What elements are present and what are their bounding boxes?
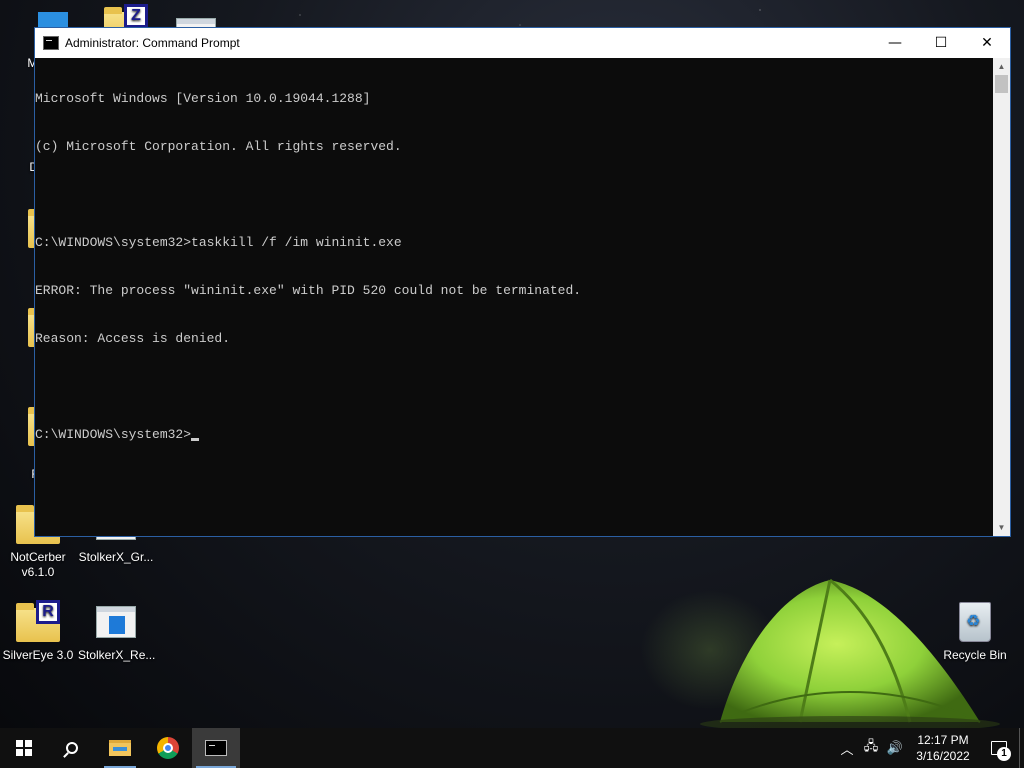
scrollbar-thumb[interactable] <box>995 75 1008 93</box>
window-title: Administrator: Command Prompt <box>65 36 240 50</box>
system-tray: ︿ 🖧 🔊 12:17 PM 3/16/2022 1 <box>835 728 1024 768</box>
console-line: ERROR: The process "wininit.exe" with PI… <box>35 283 582 298</box>
console-prompt: C:\WINDOWS\system32> <box>35 427 192 442</box>
taskbar: ︿ 🖧 🔊 12:17 PM 3/16/2022 1 <box>0 728 1024 768</box>
command-prompt-icon[interactable] <box>43 36 59 50</box>
console-prompt-line[interactable]: C:\WINDOWS\system32> <box>35 427 993 443</box>
minimize-button[interactable]: — <box>872 28 918 58</box>
clock-date: 3/16/2022 <box>916 749 970 763</box>
action-center-button[interactable]: 1 <box>979 728 1019 768</box>
taskbar-chrome[interactable] <box>144 728 192 768</box>
taskbar-file-explorer[interactable] <box>96 728 144 768</box>
command-prompt-window[interactable]: Administrator: Command Prompt — ☐ ✕ Micr… <box>34 27 1011 537</box>
search-icon <box>66 742 78 754</box>
console-line: Microsoft Windows [Version 10.0.19044.12… <box>35 91 371 106</box>
start-button[interactable] <box>0 728 48 768</box>
file-explorer-icon <box>109 740 131 756</box>
console-line: C:\WINDOWS\system32>taskkill /f /im wini… <box>35 235 402 250</box>
network-icon[interactable]: 🖧 <box>859 728 883 768</box>
z-badge-icon: Z <box>124 4 148 28</box>
r-badge-icon: R <box>36 600 60 624</box>
console-line: Reason: Access is denied. <box>35 331 231 346</box>
scroll-up-arrow-icon[interactable]: ▲ <box>993 58 1010 75</box>
taskbar-command-prompt[interactable] <box>192 728 240 768</box>
desktop-icon-silvereye[interactable]: R SilverEye 3.0 <box>0 600 76 663</box>
desktop-icon-label: Recycle Bin <box>943 648 1007 662</box>
clock-time: 12:17 PM <box>917 733 969 747</box>
desktop-icon-label: StolkerX_Re... <box>78 648 156 662</box>
taskbar-clock[interactable]: 12:17 PM 3/16/2022 <box>907 732 979 764</box>
text-cursor <box>191 438 200 441</box>
chrome-icon <box>157 737 179 759</box>
scroll-down-arrow-icon[interactable]: ▼ <box>993 519 1010 536</box>
console-line: (c) Microsoft Corporation. All rights re… <box>35 139 402 154</box>
recycle-bin-icon <box>951 600 999 644</box>
desktop-icon-label: StolkerX_Gr... <box>78 550 154 564</box>
search-button[interactable] <box>48 728 96 768</box>
chevron-up-icon[interactable]: ︿ <box>835 728 859 768</box>
desktop-icon-recycle-bin[interactable]: Recycle Bin <box>937 600 1013 663</box>
desktop-icon-label: NotCerber v6.1.0 <box>10 550 66 579</box>
volume-icon[interactable]: 🔊 <box>883 728 907 768</box>
vertical-scrollbar[interactable]: ▲ ▼ <box>993 58 1010 536</box>
desktop-icon-label: SilverEye 3.0 <box>2 648 74 662</box>
folder-icon: R <box>14 600 62 644</box>
notification-count-badge: 1 <box>997 747 1011 761</box>
app-window-icon <box>92 600 140 644</box>
desktop-icon-stolkerx-re[interactable]: StolkerX_Re... <box>78 600 156 663</box>
close-button[interactable]: ✕ <box>964 28 1010 58</box>
show-desktop-button[interactable] <box>1019 728 1024 768</box>
console-output[interactable]: Microsoft Windows [Version 10.0.19044.12… <box>35 58 993 536</box>
command-prompt-icon <box>205 740 227 756</box>
maximize-button[interactable]: ☐ <box>918 28 964 58</box>
window-titlebar[interactable]: Administrator: Command Prompt — ☐ ✕ <box>35 28 1010 58</box>
windows-logo-icon <box>16 740 32 756</box>
